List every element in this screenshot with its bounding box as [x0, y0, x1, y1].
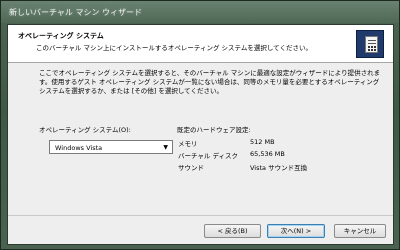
chevron-down-icon[interactable]: ▼ [163, 144, 168, 151]
wizard-header: オペレーティング システム このバーチャル マシン上にインストールするオペレーテ… [8, 25, 393, 63]
hardware-row-label: バーチャル ディスク [178, 152, 239, 160]
intro-text: ここでオペレーティング システムを選択すると、そのバーチャル マシンに最適な設定… [39, 69, 381, 95]
back-button[interactable]: < 戻る(B) [204, 224, 261, 238]
page-description: このバーチャル マシン上にインストールするオペレーティング システムを選択してく… [36, 44, 312, 52]
footer-separator [8, 215, 393, 216]
cancel-button[interactable]: キャンセル [334, 224, 386, 238]
window-title: 新しいバーチャル マシン ウィザード [9, 8, 143, 17]
hardware-row-value: Vista サウンド互換 [250, 164, 308, 172]
wizard-window: 新しいバーチャル マシン ウィザード オペレーティング システム このバーチャル… [0, 0, 400, 250]
os-select-value: Windows Vista [55, 144, 103, 152]
os-label: オペレーティング システム(O): [39, 126, 131, 134]
wizard-content: オペレーティング システム このバーチャル マシン上にインストールするオペレーテ… [7, 24, 394, 245]
next-button[interactable]: 次へ(N) > [267, 224, 325, 238]
hardware-row-label: サウンド [178, 164, 204, 172]
hardware-row-label: メモリ [178, 140, 198, 148]
os-select[interactable]: Windows Vista ▼ [49, 140, 173, 154]
page-title: オペレーティング システム [18, 32, 104, 40]
title-bar[interactable]: 新しいバーチャル マシン ウィザード [1, 1, 399, 23]
hardware-title: 既定のハードウェア設定: [177, 126, 251, 134]
virtual-machine-document-icon [356, 30, 384, 58]
hardware-row-value: 65,536 MB [250, 150, 285, 158]
hardware-row-value: 512 MB [250, 138, 275, 146]
